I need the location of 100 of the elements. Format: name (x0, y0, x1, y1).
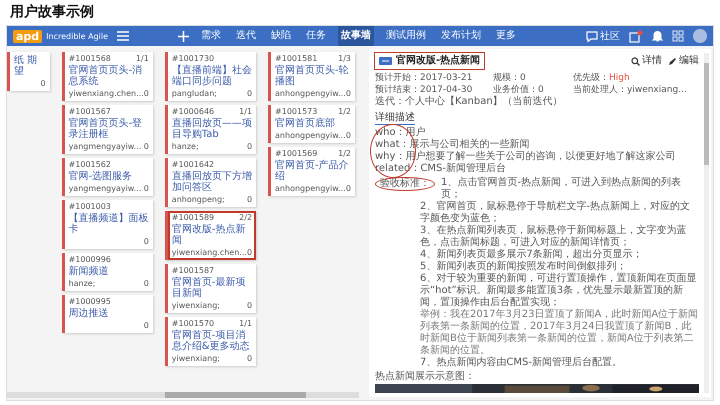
field-label: 预计结束：2017-04-30 (375, 84, 474, 96)
field-value: 0 (520, 73, 526, 83)
task-progress: 1/2 (338, 149, 351, 159)
field-label: 当前处理人：yiwenxiang... (573, 84, 688, 96)
story-id: #1001570 (172, 319, 214, 329)
story-card[interactable]: #1001562 官网-选图服务 yangmengyayiw... 0 (62, 158, 153, 196)
field-label: 优先级：High (573, 72, 631, 84)
nav-tab[interactable]: 故事墙 (338, 26, 374, 46)
story-owner: pangludan; (172, 89, 217, 99)
pencil-icon (668, 56, 677, 66)
section-tab[interactable]: 详细描述 (375, 112, 415, 125)
story-title: 周边推送 (68, 308, 110, 319)
story-points: 0 (144, 184, 149, 194)
story-key: what (375, 139, 400, 150)
task-progress: 1/3 (338, 54, 351, 64)
community-link[interactable]: 社区 (586, 29, 620, 43)
story-card[interactable]: #1000995 周边推送 0 (62, 295, 153, 333)
task-progress: 2/2 (239, 213, 252, 223)
story-key: why (375, 151, 396, 162)
story-title: 官网首页页头-登录注册框 (68, 118, 144, 140)
story-id: #1001568 (68, 54, 111, 64)
avatar-icon[interactable] (693, 29, 707, 43)
field-value: yiwenxiang... (627, 85, 687, 95)
story-card[interactable]: #1000996 新闻频道 hanze; 0 (62, 253, 153, 291)
story-title: 官网首页页头-消息系统 (68, 65, 144, 87)
story-title: 官网首页底部 (275, 118, 336, 129)
story-card[interactable]: #1001003 【直播频道】面板卡 0 (62, 200, 153, 249)
story-points: 0 (40, 79, 46, 89)
vertical-scrollbar[interactable] (704, 53, 709, 393)
story-card[interactable]: 纸 期望 0 (7, 52, 50, 91)
story-id: #1001573 (275, 107, 318, 117)
story-card[interactable]: #1001589 2/2 官网改版-热点新闻 yiwenxiang.chen...0 (164, 211, 256, 260)
story-id: #1001642 (172, 160, 214, 170)
story-points: 0 (246, 248, 252, 258)
criteria-item: 7、热点新闻内容由CMS-新闻管理后台配置。 (420, 357, 623, 369)
task-progress: 1/1 (239, 319, 252, 329)
story-title: 官网改版-热点新闻 (172, 224, 246, 246)
story-points: 0 (346, 89, 351, 99)
edit-link[interactable]: 编辑 (668, 55, 699, 67)
story-title: 官网首页-产品介绍 (275, 160, 350, 182)
grid-icon[interactable] (672, 30, 684, 42)
field-value: High (609, 73, 630, 83)
story-card[interactable]: #1001581 1/3 官网首页页头-轮播图 anhongpengyiw...0 (268, 52, 355, 101)
nav-tab[interactable]: 更多 (493, 26, 520, 46)
story-card[interactable]: #1001573 1/2 官网首页底部 anhongpengyiw...0 (268, 105, 355, 143)
story-id: #1000646 (172, 107, 214, 117)
story-title: 官网-选图服务 (68, 171, 134, 182)
story-card[interactable]: #1001568 1/1 官网首页页头-消息系统 yiwenxiang.chen...0 (62, 52, 153, 101)
story-id: #1000995 (68, 297, 111, 307)
story-owner: yangmengyayiw... (68, 184, 142, 194)
story-points: 0 (346, 131, 351, 141)
nav-tab[interactable]: 缺陷 (268, 26, 294, 46)
story-card[interactable]: #1000646 1/1 直播回放页——项目导购Tab hanze; 0 (164, 105, 256, 154)
story-card[interactable]: #1001570 1/1 官网首页-项目消息介绍&更多动态 yiwenxiang; 0 (164, 317, 256, 366)
nav-tab[interactable]: 迭代 (233, 26, 260, 46)
story-points: 0 (144, 89, 149, 99)
criteria-item: 1、点击官网首页-热点新闻，可进入到热点新闻的列表页； (441, 177, 682, 200)
story-card[interactable]: #1001569 1/2 官网首页-产品介绍 anhongpengyiw...0 (268, 147, 355, 196)
story-points: 0 (246, 301, 252, 311)
nav-tab[interactable]: 任务 (303, 26, 330, 46)
menu-icon[interactable] (117, 31, 130, 41)
story-points: 0 (246, 195, 252, 205)
tagline: Incredible Agile (46, 32, 108, 40)
nav-tab[interactable]: 需求 (198, 26, 224, 46)
field-value: 2017-03-21 (420, 73, 472, 83)
story-id: #1001567 (68, 107, 111, 117)
story-id: #1001581 (275, 54, 318, 64)
field-label: 业务价值：0 (493, 84, 545, 96)
iteration-info: 迭代：个人中心【Kanban】（当前迭代） (375, 96, 564, 108)
story-id: #1001003 (68, 202, 111, 212)
story-title: 【直播频道】面板卡 (68, 213, 149, 235)
plus-icon[interactable] (178, 30, 190, 42)
story-title: 官网改版-热点新闻 (396, 55, 480, 67)
story-owner: yangmengyayiw... (68, 142, 142, 152)
search-icon (631, 56, 640, 66)
criteria-label: 验收标准： (375, 177, 435, 191)
story-owner: yiwenxiang; (172, 354, 220, 364)
story-points: 0 (144, 321, 149, 331)
story-owner: hanze; (172, 142, 199, 152)
criteria-item: 4、新闻列表页最多展示7条新闻，超出分页显示； (420, 249, 644, 260)
bell-icon[interactable] (652, 30, 663, 42)
details-link[interactable]: 详情 (631, 55, 662, 67)
horizontal-scrollbar[interactable] (7, 392, 359, 398)
field-label: 预计开始：2017-03-21 (375, 72, 474, 84)
story-card[interactable]: #1001730 【直播前端】社会端口同步问题 pangludan; 0 (164, 52, 256, 101)
story-card[interactable]: #1001587 官网首页-最新项目新闻 yiwenxiang; 0 (164, 264, 256, 313)
story-title: 直播回放页——项目导购Tab (172, 118, 252, 140)
document-icon[interactable] (629, 30, 643, 42)
nav-tab[interactable]: 发布计划 (438, 26, 484, 46)
story-card[interactable]: #1001567 官网首页页头-登录注册框 yangmengyayiw... 0 (62, 105, 153, 154)
field-value: 2017-04-30 (420, 85, 472, 95)
nav-tab[interactable]: 测试用例 (383, 26, 430, 46)
story-id: #1000996 (68, 255, 111, 265)
story-card[interactable]: #1001642 直播回放页下方增加问答区 anhongpeng; 0 (164, 158, 256, 207)
story-id: #1001569 (275, 149, 318, 159)
field-label: 规模：0 (493, 72, 527, 84)
story-text: ：CMS-新闻管理后台 (410, 163, 506, 174)
story-title: 新闻频道 (68, 266, 110, 277)
story-owner: yiwenxiang; (172, 301, 220, 311)
story-id: #1001587 (172, 266, 214, 276)
